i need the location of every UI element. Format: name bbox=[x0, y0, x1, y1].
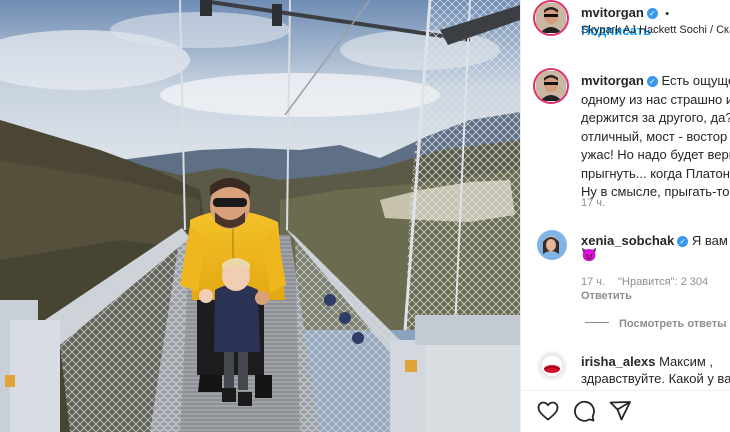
caption-line-2: одному из нас страшно и bbox=[581, 91, 730, 107]
comment-1-username[interactable]: xenia_sobchak bbox=[581, 233, 674, 248]
comment-bubble-icon[interactable] bbox=[572, 399, 596, 423]
comment-2-text-1: Максим , bbox=[659, 354, 714, 369]
view-replies-label: Посмотреть ответы (3 bbox=[619, 318, 730, 330]
caption-line-6: прыгнуть... когда Платон bbox=[581, 165, 730, 181]
comment-2-line-1: irisha_alexs Максим , bbox=[581, 354, 713, 369]
view-replies-button[interactable]: Посмотреть ответы (3 bbox=[585, 318, 730, 330]
caption-line-5: ужас! Но надо будет верн bbox=[581, 147, 730, 162]
post-side-panel: mvitorgan ✓ • Подписать Skypark AJ Hacket… bbox=[520, 0, 730, 432]
caption-timestamp[interactable]: 17 ч. bbox=[581, 197, 605, 209]
comment-1-line: xenia_sobchak✓ Я вам пр bbox=[581, 233, 730, 248]
heart-icon[interactable] bbox=[536, 399, 560, 423]
comment-avatar[interactable] bbox=[537, 230, 567, 260]
verified-badge-icon: ✓ bbox=[646, 8, 658, 19]
replies-divider bbox=[585, 322, 609, 323]
devil-emoji-icon: 😈 bbox=[581, 247, 598, 262]
comment-1-text: Я вам пр bbox=[691, 233, 730, 248]
comment-1-meta: 17 ч. "Нравится": 2 304 bbox=[581, 276, 708, 288]
comment-2-username[interactable]: irisha_alexs bbox=[581, 354, 655, 369]
author-username[interactable]: mvitorgan bbox=[581, 5, 644, 20]
reply-button[interactable]: Ответить bbox=[581, 290, 632, 302]
caption-line-3: держится за другого, да? bbox=[581, 110, 730, 125]
comment-2-text-2: здравствуйте. Какой у вас bbox=[581, 371, 730, 386]
author-avatar[interactable] bbox=[533, 0, 569, 36]
caption-line-1: Есть ощущен bbox=[661, 73, 730, 88]
caption-avatar[interactable] bbox=[533, 68, 569, 104]
comment-avatar[interactable] bbox=[537, 351, 567, 381]
verified-badge-icon: ✓ bbox=[677, 236, 689, 247]
caption-block: mvitorgan✓ Есть ощущен одному из нас стр… bbox=[581, 72, 730, 202]
separator-dot: • bbox=[665, 8, 670, 20]
caption-username[interactable]: mvitorgan bbox=[581, 73, 644, 88]
caption-line-4: отличный, мост - востор bbox=[581, 128, 728, 144]
location-link[interactable]: Skypark AJ Hackett Sochi / Скай bbox=[581, 24, 730, 36]
comment-1-time[interactable]: 17 ч. bbox=[581, 276, 605, 288]
comment-1-likes[interactable]: "Нравится": 2 304 bbox=[618, 276, 708, 288]
paper-plane-icon[interactable] bbox=[608, 399, 632, 423]
action-bar-divider bbox=[521, 390, 730, 391]
post-photo[interactable] bbox=[0, 0, 520, 432]
verified-badge-icon: ✓ bbox=[646, 76, 658, 87]
